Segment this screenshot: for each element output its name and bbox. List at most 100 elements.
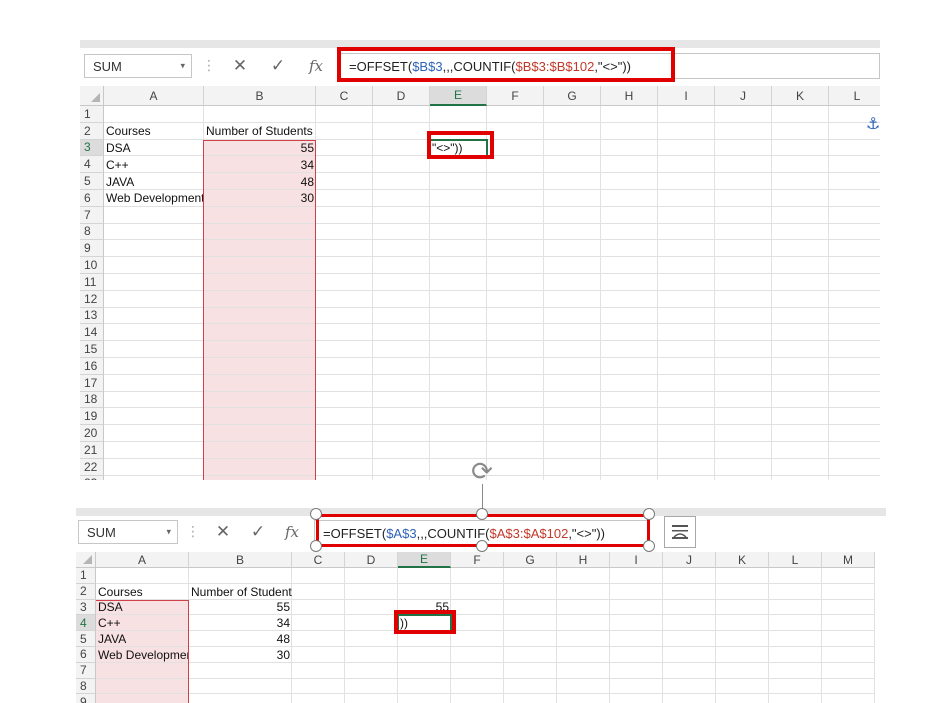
row-header-17[interactable]: 17 xyxy=(80,374,104,392)
formula-input[interactable]: =OFFSET($B$3 ,,,COUNTIF($B$3:$B$102 ,"<>")… xyxy=(340,53,880,79)
drag-handle-icon[interactable]: ⋮ xyxy=(202,58,216,72)
column-header-l[interactable]: L xyxy=(769,552,822,568)
column-header-h[interactable]: H xyxy=(601,86,658,106)
name-box[interactable]: SUM ▾ xyxy=(78,520,178,544)
rotate-handle-icon[interactable]: ⟳ xyxy=(466,455,498,487)
cell-b5[interactable]: 48 xyxy=(204,173,316,190)
editing-cell-text[interactable]: )) xyxy=(398,615,451,631)
row-header-1[interactable]: 1 xyxy=(80,106,104,123)
row-header-1[interactable]: 1 xyxy=(76,568,96,584)
cell-b2[interactable]: Number of Students xyxy=(189,584,292,600)
worksheet-grid[interactable]: A B C D E F G H I J K L 1 2 3 4 5 6 7 8 9 10 11 12 13 14 15 16 17 18 1… xyxy=(80,86,880,480)
cell-a2[interactable]: Courses xyxy=(104,123,203,140)
cell-b2[interactable]: Number of Students xyxy=(204,123,316,140)
row-header-9[interactable]: 9 xyxy=(76,694,96,703)
row-header-6[interactable]: 6 xyxy=(80,190,104,207)
cell-b6[interactable]: 30 xyxy=(204,190,316,207)
cell-b4[interactable]: 34 xyxy=(189,615,292,631)
row-header-2[interactable]: 2 xyxy=(80,122,104,140)
column-header-c[interactable]: C xyxy=(316,86,373,106)
row-header-9[interactable]: 9 xyxy=(80,240,104,258)
row-header-7[interactable]: 7 xyxy=(76,662,96,679)
cell-a6[interactable]: Web Development xyxy=(96,647,188,663)
column-header-f[interactable]: F xyxy=(487,86,544,106)
row-header-22[interactable]: 22 xyxy=(80,458,104,476)
row-header-12[interactable]: 12 xyxy=(80,290,104,308)
column-header-c[interactable]: C xyxy=(292,552,345,568)
row-header-13[interactable]: 13 xyxy=(80,307,104,325)
select-all-corner[interactable] xyxy=(80,86,104,106)
row-header-21[interactable]: 21 xyxy=(80,442,104,459)
row-header-5[interactable]: 5 xyxy=(76,631,96,647)
row-header-4[interactable]: 4 xyxy=(80,156,104,174)
row-header-10[interactable]: 10 xyxy=(80,257,104,274)
select-all-corner[interactable] xyxy=(76,552,96,568)
resize-handle-bottom[interactable] xyxy=(476,540,488,552)
resize-handle-bottom-right[interactable] xyxy=(643,540,655,552)
enter-check-icon[interactable]: ✓ xyxy=(246,520,270,544)
chevron-down-icon[interactable]: ▾ xyxy=(166,527,171,538)
row-header-2[interactable]: 2 xyxy=(76,583,96,600)
row-header-6[interactable]: 6 xyxy=(76,647,96,663)
column-header-b[interactable]: B xyxy=(204,86,316,106)
row-header-4[interactable]: 4 xyxy=(76,615,96,632)
chevron-down-icon[interactable]: ▾ xyxy=(180,61,185,72)
cell-a4[interactable]: C++ xyxy=(96,615,188,631)
column-header-m[interactable]: M xyxy=(822,552,875,568)
column-header-k[interactable]: K xyxy=(772,86,829,106)
cell-b6[interactable]: 30 xyxy=(189,647,292,663)
insert-function-icon[interactable]: fx xyxy=(304,54,328,78)
name-box[interactable]: SUM ▾ xyxy=(84,54,192,78)
row-header-7[interactable]: 7 xyxy=(80,206,104,224)
cell-a2[interactable]: Courses xyxy=(96,584,188,600)
column-header-e[interactable]: E xyxy=(430,86,487,106)
column-header-i[interactable]: I xyxy=(610,552,663,568)
cell-a5[interactable]: JAVA xyxy=(104,173,203,190)
insert-function-icon[interactable]: fx xyxy=(280,520,304,544)
cell-a4[interactable]: C++ xyxy=(104,156,203,173)
row-header-18[interactable]: 18 xyxy=(80,391,104,409)
column-header-l[interactable]: L xyxy=(829,86,880,106)
resize-handle-top-right[interactable] xyxy=(643,508,655,520)
cell-a5[interactable]: JAVA xyxy=(96,631,188,647)
cell-a6[interactable]: Web Development xyxy=(104,190,203,207)
column-header-g[interactable]: G xyxy=(504,552,557,568)
row-header-5[interactable]: 5 xyxy=(80,173,104,190)
column-header-i[interactable]: I xyxy=(658,86,715,106)
worksheet-grid[interactable]: A B C D E F G H I J K L M 1 2 3 4 5 6 7 8 9 Courses Number of S… xyxy=(76,552,886,703)
row-header-3[interactable]: 3 xyxy=(80,139,104,157)
column-header-f[interactable]: F xyxy=(451,552,504,568)
cell-b4[interactable]: 34 xyxy=(204,156,316,173)
drag-handle-icon[interactable]: ⋮ xyxy=(186,524,200,538)
row-header-19[interactable]: 19 xyxy=(80,408,104,426)
column-header-e[interactable]: E xyxy=(398,552,451,568)
column-header-g[interactable]: G xyxy=(544,86,601,106)
cancel-icon[interactable]: ✕ xyxy=(228,54,252,78)
resize-handle-top[interactable] xyxy=(476,508,488,520)
column-header-b[interactable]: B xyxy=(189,552,292,568)
enter-check-icon[interactable]: ✓ xyxy=(266,54,290,78)
cell-e3[interactable]: 55 xyxy=(398,600,451,616)
column-header-d[interactable]: D xyxy=(345,552,398,568)
column-header-k[interactable]: K xyxy=(716,552,769,568)
wrap-text-icon[interactable] xyxy=(664,516,696,548)
row-header-15[interactable]: 15 xyxy=(80,341,104,358)
row-header-8[interactable]: 8 xyxy=(76,678,96,695)
column-header-j[interactable]: J xyxy=(663,552,716,568)
cell-a3[interactable]: DSA xyxy=(96,600,188,616)
row-header-8[interactable]: 8 xyxy=(80,223,104,241)
column-header-j[interactable]: J xyxy=(715,86,772,106)
editing-cell-text[interactable]: "<>")) xyxy=(430,140,487,157)
column-header-d[interactable]: D xyxy=(373,86,430,106)
column-header-a[interactable]: A xyxy=(104,86,204,106)
row-header-11[interactable]: 11 xyxy=(80,274,104,291)
row-header-16[interactable]: 16 xyxy=(80,358,104,375)
row-header-3[interactable]: 3 xyxy=(76,599,96,616)
resize-handle-bottom-left[interactable] xyxy=(310,540,322,552)
column-header-h[interactable]: H xyxy=(557,552,610,568)
cell-a3[interactable]: DSA xyxy=(104,140,203,157)
row-header-20[interactable]: 20 xyxy=(80,425,104,442)
cell-b5[interactable]: 48 xyxy=(189,631,292,647)
cell-b3[interactable]: 55 xyxy=(204,140,316,157)
resize-handle-top-left[interactable] xyxy=(310,508,322,520)
